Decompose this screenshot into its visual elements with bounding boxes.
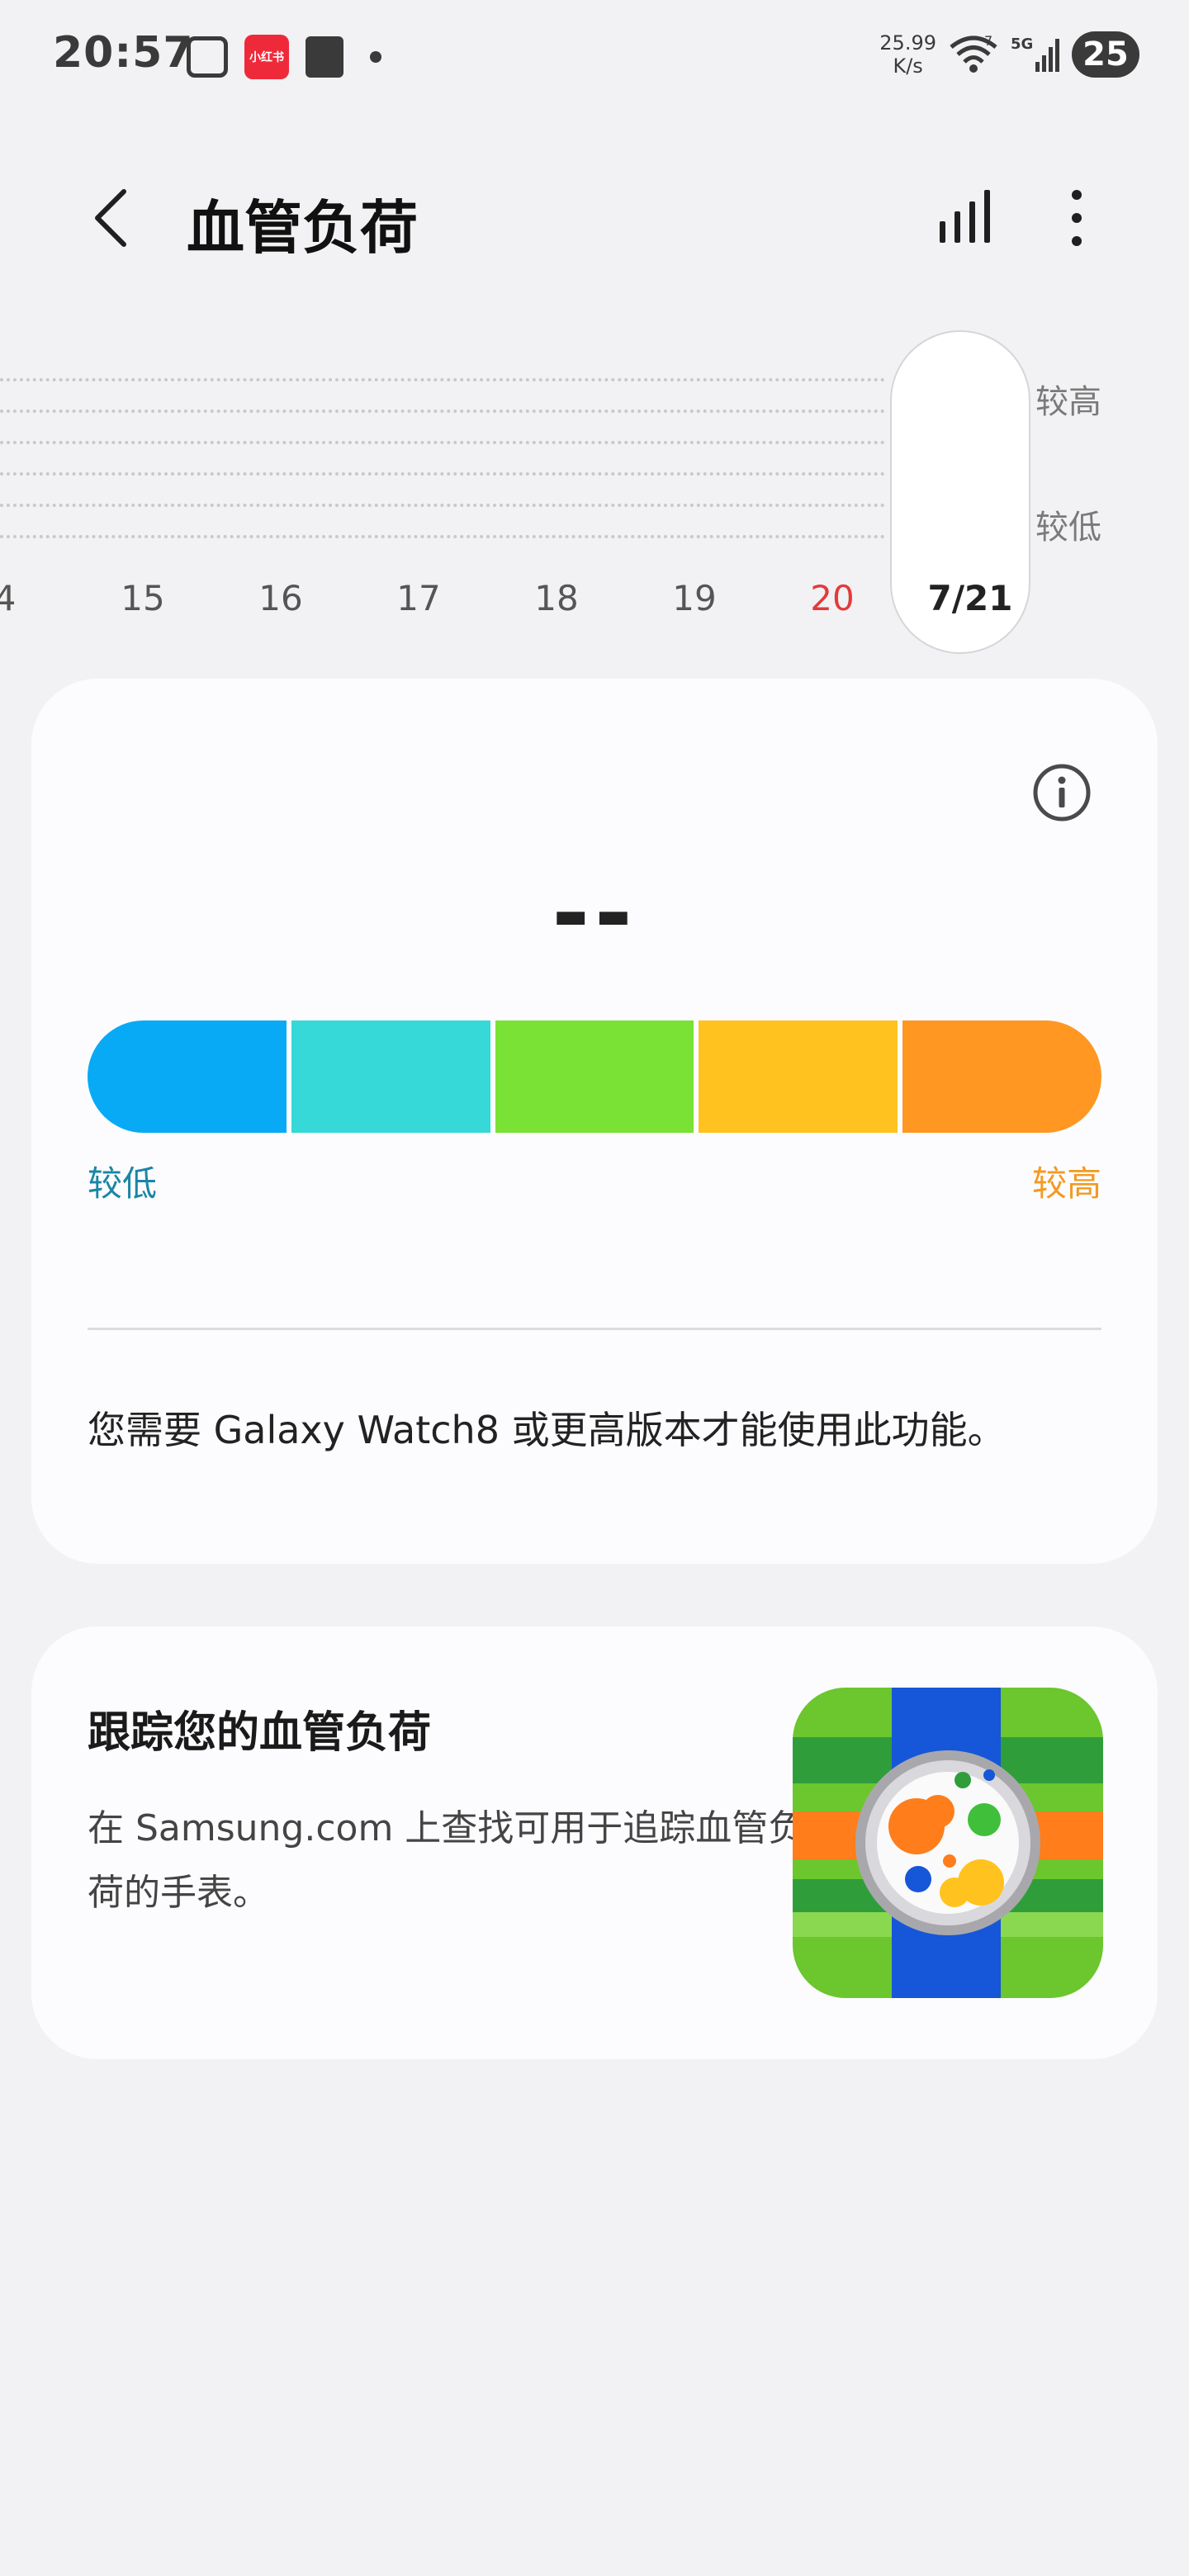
date-tick-15[interactable]: 15 bbox=[121, 578, 164, 618]
grid-line bbox=[0, 441, 885, 444]
scale-segment-2 bbox=[291, 1020, 490, 1133]
date-tick-19[interactable]: 19 bbox=[672, 578, 716, 618]
current-value: -- bbox=[552, 860, 637, 966]
chart-high-label: 较高 bbox=[1035, 383, 1101, 421]
status-bar: 20:57 小红书 25.99 K/s 7 5G 25 bbox=[0, 0, 1189, 107]
grid-line bbox=[0, 410, 885, 413]
page-title: 血管负荷 bbox=[187, 194, 418, 262]
date-tick-16[interactable]: 16 bbox=[258, 578, 302, 618]
wifi-badge: 7 bbox=[984, 34, 992, 49]
xiaohongshu-app-icon: 小红书 bbox=[244, 35, 289, 79]
network-speed: 25.99 K/s bbox=[879, 31, 936, 78]
date-tick-7-21[interactable]: 7/21 bbox=[927, 578, 1012, 618]
bar-chart-icon[interactable] bbox=[936, 188, 996, 246]
wifi-icon: 7 bbox=[950, 34, 997, 73]
notification-icons: 小红书 bbox=[187, 35, 381, 79]
date-tick-4[interactable]: 4 bbox=[0, 578, 16, 618]
device-notification-icon bbox=[306, 36, 343, 78]
info-icon[interactable] bbox=[1032, 763, 1092, 822]
date-tick-18[interactable]: 18 bbox=[534, 578, 578, 618]
status-time: 20:57 bbox=[53, 28, 194, 78]
scale-segment-3 bbox=[495, 1020, 694, 1133]
more-notifications-dot-icon bbox=[370, 51, 381, 63]
battery-indicator: 25 bbox=[1072, 31, 1139, 78]
scale-segment-5 bbox=[902, 1020, 1101, 1133]
promo-description: 在 Samsung.com 上查找可用于追踪血管负荷的手表。 bbox=[88, 1807, 805, 1914]
app-header: 血管负荷 bbox=[0, 165, 1189, 272]
network-speed-value: 25.99 bbox=[879, 31, 936, 54]
network-speed-unit: K/s bbox=[893, 54, 923, 78]
back-arrow-icon[interactable] bbox=[83, 185, 140, 251]
more-options-icon[interactable] bbox=[1060, 187, 1093, 249]
grid-line bbox=[0, 378, 885, 381]
promo-card[interactable]: 跟踪您的血管负荷 在 Samsung.com 上查找可用于追踪血管负荷的手表。 bbox=[31, 1627, 1158, 2059]
vascular-load-card: -- 较低 较高 您需要 Galaxy Watch8 或更高版本才能使用此功能。 bbox=[31, 679, 1158, 1564]
signal-type: 5G bbox=[1011, 36, 1033, 53]
date-tick-17[interactable]: 17 bbox=[396, 578, 440, 618]
cellular-signal-icon: 5G bbox=[1011, 36, 1059, 72]
galaxy-watch-illustration bbox=[793, 1688, 1103, 1998]
date-tick-20[interactable]: 20 bbox=[810, 578, 854, 618]
device-requirement-text: 您需要 Galaxy Watch8 或更高版本才能使用此功能。 bbox=[88, 1408, 1006, 1452]
scale-high-label: 较高 bbox=[1031, 1163, 1101, 1204]
scale-segment-1 bbox=[88, 1020, 287, 1133]
grid-line bbox=[0, 535, 885, 538]
scale-low-label: 较低 bbox=[88, 1163, 158, 1204]
status-indicators: 25.99 K/s 7 5G 25 bbox=[879, 31, 1139, 78]
grid-line bbox=[0, 472, 885, 476]
promo-title: 跟踪您的血管负荷 bbox=[88, 1708, 432, 1758]
chart-low-label: 较低 bbox=[1035, 509, 1101, 547]
grid-line bbox=[0, 504, 885, 507]
level-scale-bar bbox=[88, 1020, 1101, 1133]
screenshot-notification-icon bbox=[187, 36, 228, 78]
divider bbox=[88, 1328, 1101, 1330]
daily-trend-chart[interactable]: 较高 较低 4 15 16 17 18 19 20 7/21 bbox=[0, 330, 1189, 661]
scale-segment-4 bbox=[699, 1020, 898, 1133]
